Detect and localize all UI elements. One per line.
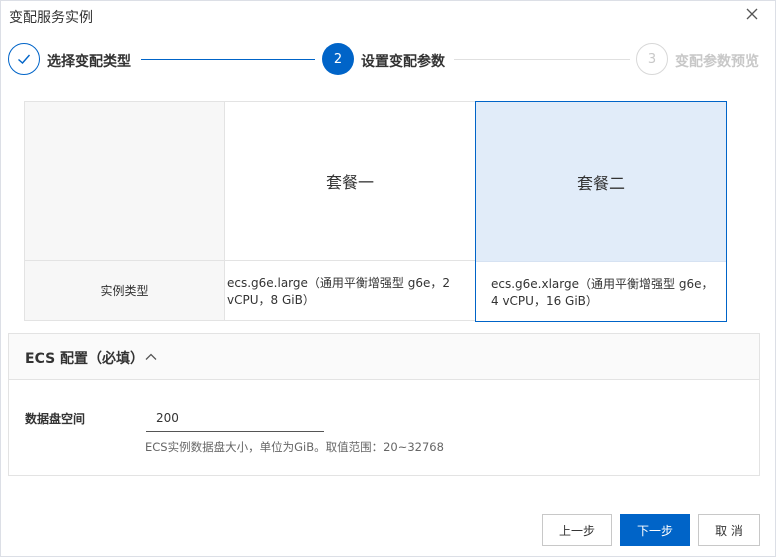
ecs-config-section: ECS 配置（必填） 数据盘空间 ECS实例数据盘大小，单位为GiB。取值范围：… [8, 333, 760, 476]
plan-2-card-selected[interactable]: 套餐二 ecs.g6e.xlarge（通用平衡增强型 g6e，4 vCPU，16… [475, 101, 727, 322]
step-3-label: 变配参数预览 [675, 54, 759, 70]
change-service-instance-dialog: 变配服务实例 选择变配类型 2 设置变配参数 3 变配参数预览 套餐一 实例类型… [0, 0, 776, 557]
step-2-label: 设置变配参数 [361, 54, 445, 70]
plan-2-header: 套餐二 [476, 102, 726, 261]
step-1-label: 选择变配类型 [47, 54, 131, 70]
plan-1-header[interactable]: 套餐一 [224, 101, 476, 261]
plan-2-name: 套餐二 [576, 173, 625, 193]
table-corner-cell [24, 101, 225, 261]
step-1-indicator [8, 43, 40, 75]
step-connector-1 [141, 59, 315, 60]
instance-type-row-label: 实例类型 [24, 260, 225, 321]
disk-size-input[interactable] [146, 404, 324, 432]
disk-size-label: 数据盘空间 [25, 412, 86, 426]
plan-1-spec: ecs.g6e.large（通用平衡增强型 g6e，2 vCPU，8 GiB） [224, 260, 476, 321]
step-2-indicator: 2 [322, 43, 354, 75]
ecs-config-title: ECS 配置（必填） [25, 351, 145, 367]
plan-comparison-table: 套餐一 实例类型 ecs.g6e.large（通用平衡增强型 g6e，2 vCP… [24, 101, 727, 322]
cancel-button[interactable]: 取 消 [698, 514, 760, 546]
check-icon [18, 54, 31, 64]
close-icon[interactable] [743, 5, 761, 23]
plan-2-spec: ecs.g6e.xlarge（通用平衡增强型 g6e，4 vCPU，16 GiB… [476, 261, 726, 321]
disk-size-help-text: ECS实例数据盘大小，单位为GiB。取值范围：20~32768 [145, 440, 444, 454]
ecs-config-header[interactable]: ECS 配置（必填） [9, 334, 759, 380]
chevron-up-icon[interactable] [143, 349, 159, 365]
previous-step-button[interactable]: 上一步 [542, 514, 612, 546]
step-3-indicator: 3 [636, 43, 668, 75]
dialog-title: 变配服务实例 [9, 10, 93, 26]
plan-1-name: 套餐一 [325, 173, 374, 192]
step-connector-2 [454, 59, 630, 60]
next-step-button[interactable]: 下一步 [620, 514, 690, 546]
